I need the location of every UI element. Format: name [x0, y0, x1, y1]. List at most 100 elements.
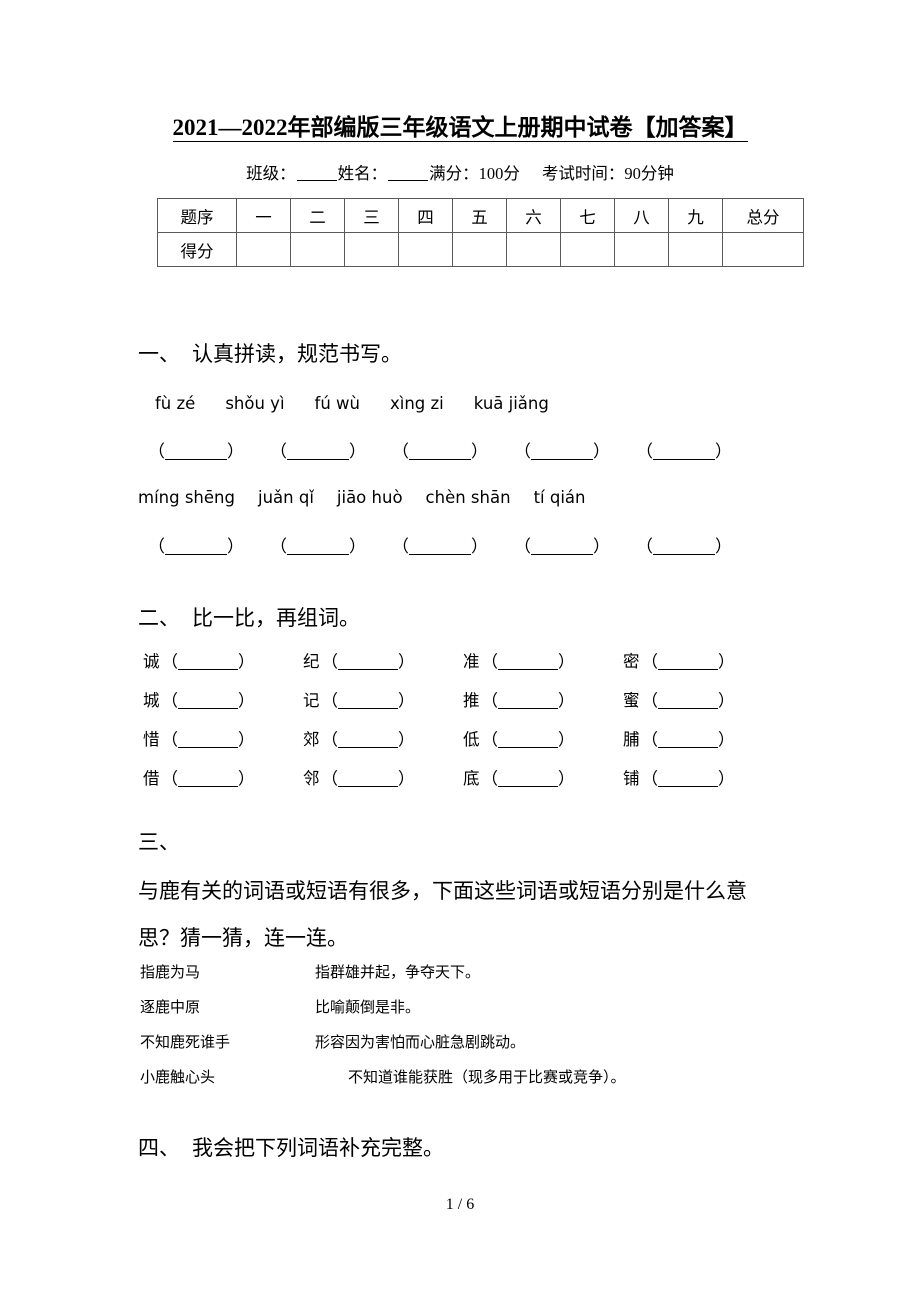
match-meaning[interactable]: 比喻颠倒是非。: [315, 997, 790, 1019]
section-1-heading: 一、 认真拼读，规范书写。: [138, 339, 402, 369]
answer-blank[interactable]: （）: [270, 535, 366, 559]
answer-blank[interactable]: （）: [270, 440, 366, 464]
match-term[interactable]: 不知鹿死谁手: [140, 1032, 315, 1054]
score-cell-6[interactable]: [506, 232, 561, 267]
compose-word-cell[interactable]: 低（）: [463, 728, 623, 752]
character: 诚: [143, 652, 160, 671]
character: 底: [463, 769, 480, 788]
pinyin-row-1: fù zé shǒu yì fú wù xìng zi kuā jiǎng: [155, 393, 579, 415]
col-header-5: 五: [452, 198, 507, 233]
pinyin-word: fú wù: [314, 394, 360, 413]
compose-word-grid: 诚（） 纪（） 准（） 密（） 城（） 记（） 推（） 蜜（） 惜（） 郊（） …: [143, 650, 783, 806]
section-2-title: 比一比，再组词。: [192, 606, 360, 630]
compose-word-cell[interactable]: 铺（）: [623, 767, 783, 791]
score-cell-1[interactable]: [236, 232, 291, 267]
pinyin-word: tí qián: [533, 488, 586, 507]
score-cell-2[interactable]: [290, 232, 345, 267]
pinyin-word: kuā jiǎng: [473, 394, 549, 413]
col-header-9: 九: [668, 198, 723, 233]
compose-word-cell[interactable]: 纪（）: [303, 650, 463, 674]
compose-word-cell[interactable]: 借（）: [143, 767, 303, 791]
section-3-heading: 三、: [138, 827, 192, 857]
col-header-8: 八: [614, 198, 669, 233]
answer-blank[interactable]: （）: [636, 535, 732, 559]
compose-word-cell[interactable]: 邻（）: [303, 767, 463, 791]
character: 低: [463, 730, 480, 749]
score-cell-8[interactable]: [614, 232, 669, 267]
section-4-heading: 四、 我会把下列词语补充完整。: [138, 1133, 444, 1163]
full-score-label: 满分：: [429, 164, 479, 183]
answer-blank[interactable]: （）: [514, 535, 610, 559]
compose-word-cell[interactable]: 诚（）: [143, 650, 303, 674]
row-label-question-order: 题序: [157, 198, 237, 233]
character: 纪: [303, 652, 320, 671]
compose-word-cell[interactable]: 城（）: [143, 689, 303, 713]
match-row[interactable]: 指鹿为马 指群雄并起，争夺天下。: [140, 962, 790, 997]
character: 惜: [143, 730, 160, 749]
name-label: 姓名：: [337, 164, 388, 183]
col-header-3: 三: [344, 198, 399, 233]
pinyin-word: jiāo huò: [336, 488, 403, 507]
page-footer: 1 / 6: [445, 1196, 475, 1213]
compose-word-cell[interactable]: 蜜（）: [623, 689, 783, 713]
match-term[interactable]: 逐鹿中原: [140, 997, 315, 1019]
col-header-7: 七: [560, 198, 615, 233]
class-label: 班级：: [246, 164, 296, 183]
section-2-heading: 二、 比一比，再组词。: [138, 603, 360, 633]
section-3-prompt: 与鹿有关的词语或短语有很多，下面这些词语或短语分别是什么意思？猜一猜，连一连。: [138, 879, 747, 950]
match-row[interactable]: 小鹿触心头 不知道谁能获胜（现多用于比赛或竞争）。: [140, 1067, 790, 1102]
character: 推: [463, 691, 480, 710]
answer-blank[interactable]: （）: [392, 440, 488, 464]
pinyin-row-2: míng shēng juǎn qǐ jiāo huò chèn shān tí qiá…: [138, 487, 609, 509]
character: 脯: [623, 730, 640, 749]
compose-word-cell[interactable]: 密（）: [623, 650, 783, 674]
compose-word-cell[interactable]: 推（）: [463, 689, 623, 713]
score-cell-3[interactable]: [344, 232, 399, 267]
score-cell-5[interactable]: [452, 232, 507, 267]
section-2-index: 二、: [138, 606, 180, 630]
row-label-score: 得分: [157, 232, 237, 267]
col-header-2: 二: [290, 198, 345, 233]
pinyin-word: chèn shān: [425, 488, 511, 507]
section-1-index: 一、: [138, 342, 180, 366]
match-row[interactable]: 不知鹿死谁手 形容因为害怕而心脏急剧跳动。: [140, 1032, 790, 1067]
answer-blank-row-1: （） （） （） （） （）: [148, 440, 758, 464]
exam-info-line: 班级： 姓名： 满分：100分 考试时间：90分钟: [0, 162, 920, 186]
full-score-value: 100分: [478, 164, 520, 183]
match-row[interactable]: 逐鹿中原 比喻颠倒是非。: [140, 997, 790, 1032]
answer-blank[interactable]: （）: [514, 440, 610, 464]
name-input-blank[interactable]: [388, 180, 429, 181]
section-1-title: 认真拼读，规范书写。: [192, 342, 402, 366]
compose-word-cell[interactable]: 底（）: [463, 767, 623, 791]
answer-blank[interactable]: （）: [636, 440, 732, 464]
compose-word-cell[interactable]: 记（）: [303, 689, 463, 713]
answer-blank[interactable]: （）: [392, 535, 488, 559]
compose-word-row: 惜（） 郊（） 低（） 脯（）: [143, 728, 783, 767]
compose-word-cell[interactable]: 惜（）: [143, 728, 303, 752]
compose-word-cell[interactable]: 郊（）: [303, 728, 463, 752]
col-header-6: 六: [506, 198, 561, 233]
pinyin-word: míng shēng: [138, 488, 235, 507]
class-input-blank[interactable]: [296, 180, 337, 181]
score-cell-total[interactable]: [722, 232, 804, 267]
match-term[interactable]: 指鹿为马: [140, 962, 315, 984]
answer-blank[interactable]: （）: [148, 535, 244, 559]
match-term[interactable]: 小鹿触心头: [140, 1067, 315, 1089]
page-title-text: 2021—2022年部编版三年级语文上册期中试卷【加答案】: [172, 115, 748, 142]
match-list: 指鹿为马 指群雄并起，争夺天下。 逐鹿中原 比喻颠倒是非。 不知鹿死谁手 形容因…: [140, 962, 790, 1102]
compose-word-cell[interactable]: 准（）: [463, 650, 623, 674]
match-meaning[interactable]: 不知道谁能获胜（现多用于比赛或竞争）。: [315, 1067, 790, 1089]
answer-blank[interactable]: （）: [148, 440, 244, 464]
match-meaning[interactable]: 形容因为害怕而心脏急剧跳动。: [315, 1032, 790, 1054]
compose-word-row: 借（） 邻（） 底（） 铺（）: [143, 767, 783, 806]
score-cell-4[interactable]: [398, 232, 453, 267]
section-4-index: 四、: [138, 1136, 180, 1160]
score-cell-9[interactable]: [668, 232, 723, 267]
pinyin-word: xìng zi: [390, 394, 444, 413]
compose-word-cell[interactable]: 脯（）: [623, 728, 783, 752]
score-cell-7[interactable]: [560, 232, 615, 267]
character: 邻: [303, 769, 320, 788]
pinyin-word: shǒu yì: [225, 394, 285, 413]
match-meaning[interactable]: 指群雄并起，争夺天下。: [315, 962, 790, 984]
table-row-score: 得分: [157, 232, 804, 267]
